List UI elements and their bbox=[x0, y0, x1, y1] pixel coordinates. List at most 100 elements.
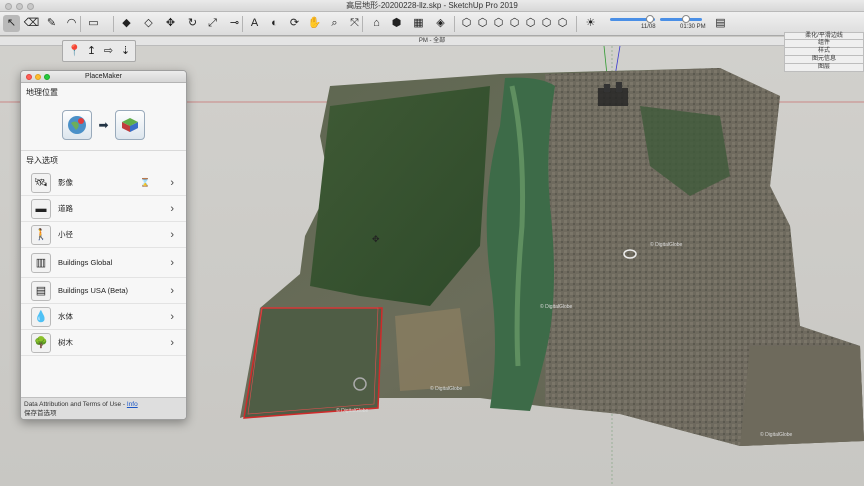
shadow-time-label: 01:30 PM bbox=[680, 24, 706, 30]
import-options-list: 🛰 影像 ⌛ › ▬ 道路 › 🚶 小径 › ▥ Buildings Global › ▤ Building… bbox=[21, 170, 186, 356]
main-toolbar: ↖ ⌫ ✎ ◠ ▭ ◆ ◇ ✥ ↻ ⤢ ⊸ A ◐ ⟳ ✋ ⌕ ⤧ ⌂ ⬢ ▦ ◈ ⬡ ⬡ ⬡ ⬡ ⬡ ⬡ ⬡ ☀ ▤ 11/08 01:30… bbox=[0, 12, 864, 36]
watermark-5: © DigitalGlobe bbox=[760, 431, 793, 438]
time-slider-knob[interactable] bbox=[682, 15, 690, 23]
import-option-label: 道路 bbox=[58, 204, 73, 213]
add-terrain-button[interactable] bbox=[114, 110, 145, 140]
window-title: 高层地形-20200228-llz.skp - SketchUp Pro 201… bbox=[346, 1, 518, 10]
toolbar-separator bbox=[454, 16, 455, 32]
buildings-usa-icon: ▤ bbox=[31, 280, 51, 301]
save-options-link[interactable]: 保存首选项 bbox=[24, 409, 183, 418]
chevron-right-icon[interactable]: › bbox=[170, 177, 174, 189]
pan-tool-icon[interactable]: ✋ bbox=[306, 15, 323, 32]
selected-imagery-tile bbox=[243, 307, 383, 419]
tray-soften-edges[interactable]: 柔化/平滑边线 bbox=[784, 32, 864, 40]
zoom-icon[interactable] bbox=[44, 74, 50, 80]
import-option-trees[interactable]: 🌳 树木 › bbox=[21, 330, 186, 356]
extension-warehouse-icon[interactable]: ⬢ bbox=[388, 15, 405, 32]
attribution-text: Data Attribution and Terms of Use - bbox=[24, 401, 127, 408]
watermark-1: © DigitalGlobe bbox=[336, 407, 369, 414]
chevron-right-icon[interactable]: › bbox=[170, 337, 174, 349]
minimize-icon[interactable] bbox=[35, 74, 41, 80]
tray-styles[interactable]: 样式 bbox=[784, 48, 864, 56]
trees-icon: 🌳 bbox=[31, 332, 51, 353]
paths-icon: 🚶 bbox=[31, 224, 51, 245]
toolbar-separator bbox=[80, 16, 81, 32]
panel-title-bar: PlaceMaker bbox=[21, 71, 186, 83]
default-tray: 柔化/平滑边线 组件 样式 图元信息 图层 bbox=[784, 32, 864, 72]
tape-measure-icon[interactable]: ⊸ bbox=[226, 15, 243, 32]
toolbar-separator bbox=[242, 16, 243, 32]
chevron-right-icon[interactable]: › bbox=[170, 257, 174, 269]
rotate-tool-icon[interactable]: ↻ bbox=[184, 15, 201, 32]
front-view-icon[interactable]: ⬡ bbox=[490, 15, 507, 32]
window-controls[interactable] bbox=[5, 3, 34, 10]
tray-entity-info[interactable]: 图元信息 bbox=[784, 56, 864, 64]
iso-view-icon[interactable]: ⬡ bbox=[458, 15, 475, 32]
scene-tab[interactable]: PM - 全部 bbox=[419, 38, 445, 44]
shadow-sliders: 11/08 01:30 PM bbox=[610, 14, 710, 32]
date-slider-knob[interactable] bbox=[646, 15, 654, 23]
hourglass-icon: ⌛ bbox=[140, 178, 150, 187]
import-icon[interactable]: ⇣ bbox=[118, 44, 133, 59]
toolbar-separator bbox=[576, 16, 577, 32]
buildings-global-icon: ▥ bbox=[31, 252, 51, 273]
shadow-date-label: 11/08 bbox=[641, 24, 656, 30]
pencil-tool-icon[interactable]: ✎ bbox=[43, 15, 60, 32]
left-view-icon[interactable]: ⬡ bbox=[538, 15, 555, 32]
import-options-label: 导入选项 bbox=[26, 156, 58, 165]
add-location-icon[interactable]: 📍 bbox=[67, 44, 82, 59]
watermark-3: © DigitalGlobe bbox=[430, 385, 463, 392]
push-pull-tool-icon[interactable]: ◆ bbox=[118, 15, 135, 32]
import-option-label: 小径 bbox=[58, 230, 73, 239]
warehouse-icon[interactable]: ⌂ bbox=[368, 15, 385, 32]
tray-layers[interactable]: 图层 bbox=[784, 64, 864, 72]
terrain-block-icon bbox=[121, 118, 138, 132]
paint-bucket-icon[interactable]: ◐ bbox=[266, 15, 283, 32]
select-tool-icon[interactable]: ↖ bbox=[3, 15, 20, 32]
import-option-roads[interactable]: ▬ 道路 › bbox=[21, 196, 186, 222]
arrow-right-icon: ➡ bbox=[98, 118, 109, 132]
shadows-settings-icon[interactable]: ☀ bbox=[582, 15, 599, 32]
eraser-tool-icon[interactable]: ⌫ bbox=[23, 15, 40, 32]
chevron-right-icon[interactable]: › bbox=[170, 285, 174, 297]
info-link[interactable]: Info bbox=[127, 401, 138, 408]
text-tool-icon[interactable]: A bbox=[246, 15, 263, 32]
import-option-label: 影像 bbox=[58, 178, 73, 187]
add-location-button[interactable] bbox=[62, 110, 93, 140]
style-builder-icon[interactable]: ◈ bbox=[432, 15, 449, 32]
imagery-icon: 🛰 bbox=[31, 172, 51, 193]
chevron-right-icon[interactable]: › bbox=[170, 203, 174, 215]
orbit-tool-icon[interactable]: ⟳ bbox=[286, 15, 303, 32]
layout-icon[interactable]: ▦ bbox=[410, 15, 427, 32]
import-option-water[interactable]: 💧 水体 › bbox=[21, 304, 186, 330]
bottom-view-icon[interactable]: ⬡ bbox=[554, 15, 571, 32]
panel-window-controls[interactable] bbox=[26, 74, 50, 80]
terrain-toggle-icon[interactable]: ↥ bbox=[84, 44, 99, 59]
import-option-label: Buildings USA (Beta) bbox=[58, 286, 129, 295]
move-tool-icon[interactable]: ✥ bbox=[162, 15, 179, 32]
arc-tool-icon[interactable]: ◠ bbox=[63, 15, 80, 32]
scale-tool-icon[interactable]: ⤢ bbox=[204, 15, 221, 32]
import-option-paths[interactable]: 🚶 小径 › bbox=[21, 222, 186, 248]
zoom-extents-icon[interactable]: ⤧ bbox=[346, 15, 363, 32]
import-option-imagery[interactable]: 🛰 影像 ⌛ › bbox=[21, 170, 186, 196]
svg-text:✥: ✥ bbox=[372, 234, 380, 244]
fog-icon[interactable]: ▤ bbox=[712, 15, 729, 32]
import-option-buildings-usa[interactable]: ▤ Buildings USA (Beta) › bbox=[21, 278, 186, 304]
close-icon[interactable] bbox=[26, 74, 32, 80]
toolbar-separator bbox=[113, 16, 114, 32]
time-slider-track[interactable] bbox=[660, 18, 702, 21]
roads-icon: ▬ bbox=[31, 198, 51, 219]
import-option-buildings-global[interactable]: ▥ Buildings Global › bbox=[21, 248, 186, 278]
right-view-icon[interactable]: ⬡ bbox=[506, 15, 523, 32]
rectangle-tool-icon[interactable]: ▭ bbox=[85, 15, 102, 32]
top-view-icon[interactable]: ⬡ bbox=[474, 15, 491, 32]
back-view-icon[interactable]: ⬡ bbox=[522, 15, 539, 32]
globe-pin-icon bbox=[68, 116, 87, 134]
chevron-right-icon[interactable]: › bbox=[170, 229, 174, 241]
photo-texture-icon[interactable]: ⇨ bbox=[101, 44, 116, 59]
tray-components[interactable]: 组件 bbox=[784, 40, 864, 48]
zoom-tool-icon[interactable]: ⌕ bbox=[326, 15, 343, 32]
chevron-right-icon[interactable]: › bbox=[170, 311, 174, 323]
offset-tool-icon[interactable]: ◇ bbox=[140, 15, 157, 32]
